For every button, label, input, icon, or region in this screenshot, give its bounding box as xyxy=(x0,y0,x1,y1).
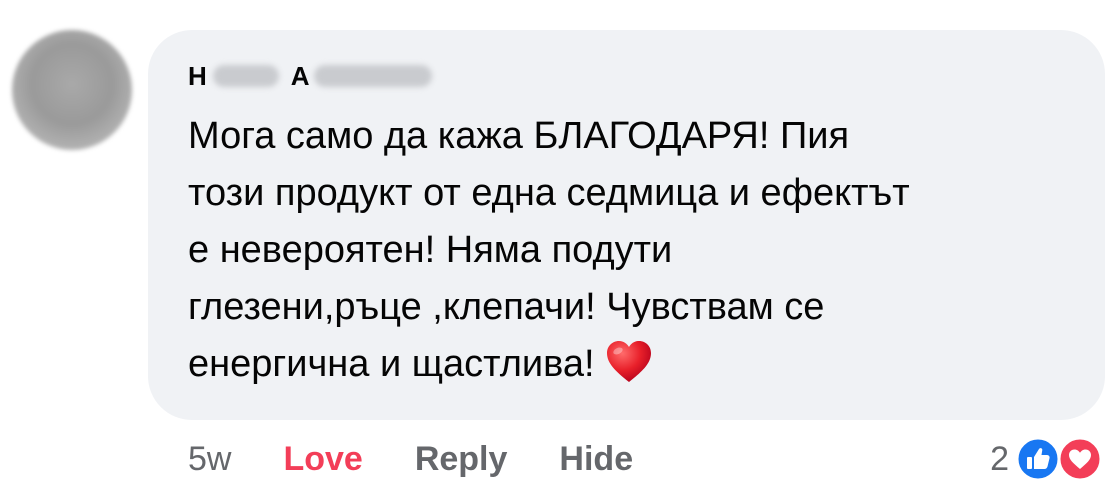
like-icon xyxy=(1015,436,1061,482)
avatar[interactable] xyxy=(12,30,132,150)
comment-line: енергична и щастлива! xyxy=(188,343,595,385)
author-first-initial: H xyxy=(188,60,207,91)
author-last-initial: A xyxy=(290,60,310,91)
comment-line: този продукт от една седмица и ефектът xyxy=(188,172,910,214)
comment-line: Мога само да кажа БЛАГОДАРЯ! Пия xyxy=(188,115,850,157)
comment-line: глезени,ръце ,клепачи! Чувствам се xyxy=(188,286,825,328)
reply-button[interactable]: Reply xyxy=(415,440,508,479)
reactions-summary[interactable]: 2 xyxy=(990,434,1107,484)
love-icon xyxy=(1057,436,1103,482)
comment-line-last: енергична и щастлива! xyxy=(188,336,1068,393)
red-heart-emoji-icon xyxy=(606,341,651,382)
reaction-count: 2 xyxy=(990,439,1009,478)
timestamp-link[interactable]: 5w xyxy=(188,440,231,479)
comment-actions: 5w Love Reply Hide xyxy=(188,436,633,482)
author-name-redaction xyxy=(212,65,279,87)
love-reaction-button[interactable]: Love xyxy=(283,440,362,479)
comment-line: е невероятен! Няма подути xyxy=(188,229,673,271)
hide-button[interactable]: Hide xyxy=(559,440,633,479)
reaction-icons xyxy=(1015,434,1107,484)
author-name-redaction xyxy=(313,65,432,87)
author-name[interactable]: H A xyxy=(188,58,432,94)
comment-text: Мога само да кажа БЛАГОДАРЯ! Пия този пр… xyxy=(188,108,1068,393)
